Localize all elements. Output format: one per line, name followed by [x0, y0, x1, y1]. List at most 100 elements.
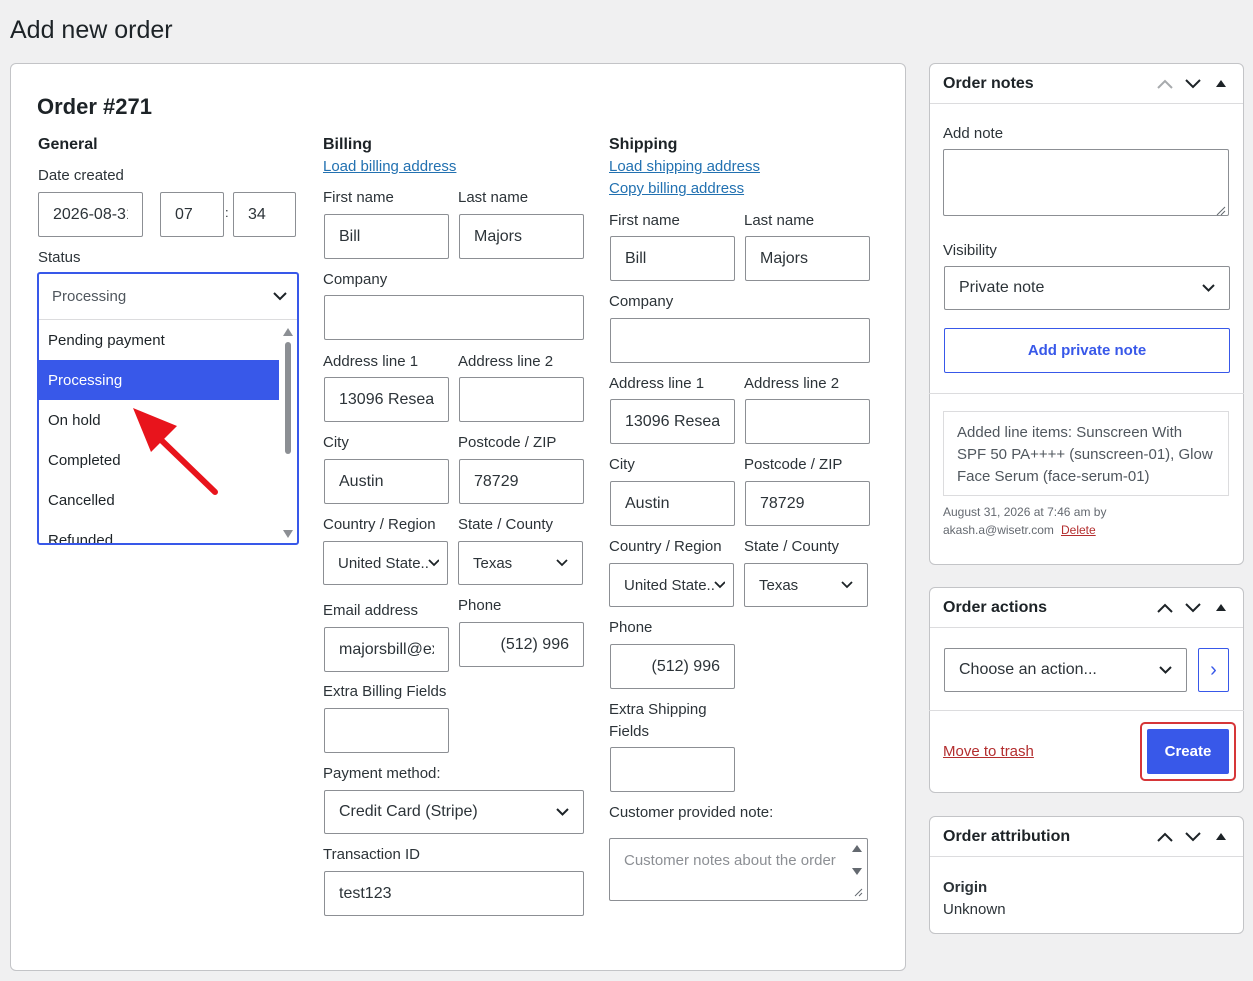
shipping-last-name-label: Last name	[744, 212, 815, 229]
chevron-down-icon	[1159, 666, 1172, 674]
minute-input[interactable]: 34	[233, 192, 296, 237]
load-billing-address-link[interactable]: Load billing address	[323, 158, 456, 175]
order-action-select[interactable]: Choose an action...	[944, 648, 1187, 692]
customer-note-label: Customer provided note:	[609, 804, 774, 821]
billing-address2-label: Address line 2	[458, 353, 554, 370]
divider	[929, 393, 1244, 394]
origin-value: Unknown	[943, 901, 1006, 918]
page-title: Add new order	[10, 16, 173, 44]
shipping-city-input[interactable]: Austin	[610, 481, 735, 526]
status-option-processing[interactable]: Processing	[39, 360, 279, 400]
copy-billing-address-link[interactable]: Copy billing address	[609, 180, 744, 197]
collapse-toggle-icon[interactable]	[1212, 828, 1230, 846]
chevron-down-icon	[428, 559, 439, 567]
status-select[interactable]: Processing	[39, 274, 297, 320]
chevron-right-icon: ›	[1210, 658, 1217, 681]
collapse-toggle-icon[interactable]	[1212, 599, 1230, 617]
apply-action-button[interactable]: ›	[1198, 648, 1229, 692]
billing-city-input[interactable]: Austin	[324, 459, 449, 504]
shipping-first-name-label: First name	[609, 212, 680, 229]
create-button[interactable]: Create	[1147, 729, 1229, 774]
shipping-extra-input[interactable]	[610, 747, 735, 792]
dropdown-scrollbar[interactable]	[282, 324, 293, 543]
billing-address2-input[interactable]	[459, 377, 584, 422]
resize-handle-icon[interactable]	[1216, 203, 1226, 221]
shipping-first-name-input[interactable]: Bill	[610, 236, 735, 281]
billing-state-label: State / County	[458, 516, 554, 533]
hour-input[interactable]: 07	[160, 192, 224, 237]
billing-extra-input[interactable]	[324, 708, 449, 753]
payment-method-select[interactable]: Credit Card (Stripe)	[324, 790, 584, 834]
move-to-trash-link[interactable]: Move to trash	[943, 743, 1034, 760]
order-title: Order #271	[37, 94, 152, 119]
chevron-up-icon[interactable]	[1156, 75, 1174, 93]
customer-note-textarea[interactable]: Customer notes about the order	[609, 838, 868, 901]
billing-heading: Billing	[323, 136, 372, 153]
order-notes-header: Order notes	[930, 64, 1243, 104]
note-meta-date: August 31, 2026 at 7:46 am by	[943, 505, 1107, 519]
load-shipping-address-link[interactable]: Load shipping address	[609, 158, 760, 175]
billing-email-input[interactable]: majorsbill@ex	[324, 627, 449, 672]
status-label: Status	[38, 249, 81, 266]
add-note-label: Add note	[943, 125, 1004, 142]
billing-country-label: Country / Region	[323, 516, 436, 533]
note-meta-author: akash.a@wisetr.com	[943, 523, 1054, 537]
order-notes-heading: Order notes	[943, 74, 1034, 92]
divider	[929, 710, 1244, 711]
payment-method-label: Payment method:	[323, 765, 441, 782]
visibility-select[interactable]: Private note	[944, 266, 1230, 310]
shipping-postcode-input[interactable]: 78729	[745, 481, 870, 526]
billing-last-name-input[interactable]: Majors	[459, 214, 584, 259]
billing-address1-input[interactable]: 13096 Research	[324, 377, 449, 422]
chevron-down-icon	[556, 808, 569, 816]
chevron-up-icon[interactable]	[1156, 828, 1174, 846]
billing-extra-label: Extra Billing Fields	[323, 683, 447, 700]
status-selected-value: Processing	[52, 288, 127, 305]
collapse-toggle-icon[interactable]	[1212, 75, 1230, 93]
chevron-up-icon[interactable]	[1156, 599, 1174, 617]
transaction-id-label: Transaction ID	[323, 846, 420, 863]
status-option-pending[interactable]: Pending payment	[39, 320, 279, 360]
chevron-down-icon	[556, 559, 568, 567]
chevron-down-icon[interactable]	[1184, 599, 1202, 617]
order-note-item: Added line items: Sunscreen With SPF 50 …	[943, 411, 1229, 496]
billing-email-label: Email address	[323, 602, 419, 619]
shipping-address2-input[interactable]	[745, 399, 870, 444]
billing-postcode-label: Postcode / ZIP	[458, 434, 557, 451]
shipping-state-select[interactable]: Texas	[744, 563, 868, 607]
billing-address1-label: Address line 1	[323, 353, 419, 370]
chevron-down-icon	[841, 581, 853, 589]
billing-postcode-input[interactable]: 78729	[459, 459, 584, 504]
shipping-address1-input[interactable]: 13096 Research	[610, 399, 735, 444]
transaction-id-input[interactable]: test123	[324, 871, 584, 916]
date-created-input[interactable]: 2026-08-31	[38, 192, 143, 237]
shipping-company-input[interactable]	[610, 318, 870, 363]
billing-first-name-input[interactable]: Bill	[324, 214, 449, 259]
shipping-phone-input[interactable]: (512) 996	[610, 644, 735, 689]
chevron-down-icon	[273, 292, 287, 301]
billing-state-select[interactable]: Texas	[458, 541, 583, 585]
shipping-country-label: Country / Region	[609, 538, 722, 555]
add-private-note-button[interactable]: Add private note	[944, 328, 1230, 373]
billing-phone-input[interactable]: (512) 996	[459, 622, 584, 667]
billing-phone-label: Phone	[458, 597, 502, 614]
shipping-country-select[interactable]: United State...	[609, 563, 734, 607]
shipping-last-name-input[interactable]: Majors	[745, 236, 870, 281]
billing-country-select[interactable]: United State...	[323, 541, 448, 585]
delete-note-link[interactable]: Delete	[1061, 523, 1096, 537]
shipping-state-label: State / County	[744, 538, 840, 555]
status-option-refunded[interactable]: Refunded	[39, 520, 279, 544]
chevron-down-icon[interactable]	[1184, 75, 1202, 93]
add-note-textarea[interactable]	[943, 149, 1229, 216]
order-actions-heading: Order actions	[943, 598, 1048, 616]
order-attribution-heading: Order attribution	[943, 827, 1071, 845]
annotation-arrow-icon	[125, 400, 225, 505]
textarea-scrollbar[interactable]	[850, 842, 864, 905]
visibility-label: Visibility	[943, 242, 997, 259]
chevron-down-icon	[1202, 284, 1215, 292]
chevron-down-icon[interactable]	[1184, 828, 1202, 846]
shipping-extra-label-line2: Fields	[609, 723, 650, 740]
order-attribution-header: Order attribution	[930, 817, 1243, 857]
order-actions-header: Order actions	[930, 588, 1243, 628]
billing-company-input[interactable]	[324, 295, 584, 340]
